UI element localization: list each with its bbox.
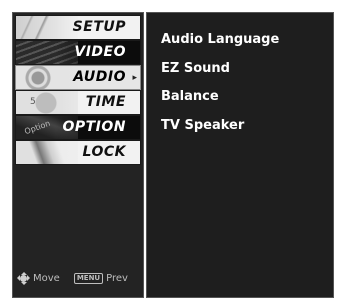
- menu-item-lock[interactable]: LOCK: [15, 140, 141, 165]
- menu-item-video[interactable]: VIDEO: [15, 40, 141, 65]
- prev-hint-label: Prev: [106, 272, 128, 284]
- menu-footer: Move MENU Prev: [17, 270, 141, 286]
- menu-key-icon: MENU: [73, 272, 104, 284]
- menu-item-label: OPTION: [62, 119, 126, 135]
- tv-osd-screen: SETUP VIDEO AUDIO ▸ 5 TIME Option OPTION: [0, 0, 348, 302]
- submenu-item-ez-sound[interactable]: EZ Sound: [161, 61, 230, 76]
- menu-item-label: SETUP: [72, 19, 126, 35]
- submenu-item-audio-language[interactable]: Audio Language: [161, 32, 279, 47]
- menu-item-setup[interactable]: SETUP: [15, 15, 141, 40]
- move-hint-label: Move: [33, 272, 60, 284]
- submenu-arrow-icon: ▸: [132, 72, 137, 82]
- menu-item-label: LOCK: [82, 144, 126, 160]
- menu-item-label: VIDEO: [74, 44, 126, 60]
- option-thumb-text: Option: [23, 118, 52, 137]
- menu-item-audio[interactable]: AUDIO ▸: [15, 65, 141, 90]
- menu-item-label: TIME: [85, 94, 126, 110]
- menu-item-option[interactable]: Option OPTION: [15, 115, 141, 140]
- clock-digit: 5: [30, 97, 36, 107]
- audio-submenu-panel: Audio Language EZ Sound Balance TV Speak…: [146, 12, 334, 298]
- submenu-item-balance[interactable]: Balance: [161, 89, 219, 104]
- main-menu-panel: SETUP VIDEO AUDIO ▸ 5 TIME Option OPTION: [12, 12, 144, 298]
- submenu-item-tv-speaker[interactable]: TV Speaker: [161, 118, 244, 133]
- menu-item-time[interactable]: 5 TIME: [15, 90, 141, 115]
- move-arrows-icon: [17, 271, 30, 285]
- menu-item-label: AUDIO: [73, 69, 126, 85]
